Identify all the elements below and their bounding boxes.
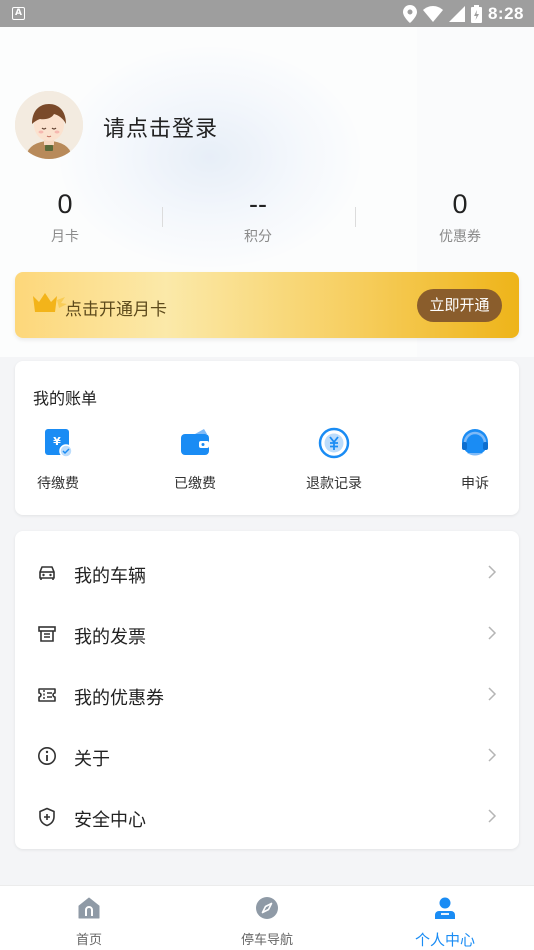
nav-label: 个人中心: [414, 931, 475, 949]
bill-item-pending[interactable]: ¥ 待缴费: [8, 427, 108, 493]
nav-label: 停车导航: [240, 933, 293, 948]
chevron-right-icon: [488, 687, 497, 701]
bill-item-refund[interactable]: 退款记录: [284, 427, 384, 493]
menu-item-security[interactable]: 安全中心: [15, 781, 519, 842]
menu-item-invoices[interactable]: 我的发票: [15, 598, 519, 659]
clock: 8:28: [487, 3, 524, 23]
menu-item-vehicles[interactable]: 我的车辆: [15, 537, 519, 598]
login-prompt[interactable]: 请点击登录: [103, 111, 218, 143]
bill-item-label: 申诉: [461, 476, 489, 492]
car-icon: [39, 566, 55, 580]
menu-label: 我的发票: [74, 627, 146, 648]
monthly-card-banner[interactable]: 点击开通月卡 立即开通: [15, 272, 519, 338]
user-icon: [435, 897, 455, 919]
battery-icon: [470, 4, 482, 23]
open-monthly-card-button[interactable]: 立即开通: [417, 289, 502, 322]
bill-item-appeal[interactable]: 申诉: [425, 427, 525, 493]
menu-label: 关于: [74, 749, 110, 770]
chevron-right-icon: [488, 809, 497, 823]
svg-text:¥: ¥: [53, 435, 61, 448]
stats-row: 0 月卡 -- 积分 0 优惠券: [0, 189, 534, 259]
pending-payment-icon: ¥: [42, 427, 74, 459]
info-icon: [38, 747, 56, 765]
bill-item-paid[interactable]: 已缴费: [145, 427, 245, 493]
bills-card: 我的账单 ¥ 待缴费 已缴费 退款记录 申诉: [15, 361, 519, 515]
invoice-icon: [38, 626, 56, 642]
menu-card: 我的车辆 我的发票 我的优惠券 关于 安全中心: [15, 531, 519, 849]
coupon-icon: [38, 688, 56, 702]
app-notification-icon: A: [12, 7, 25, 20]
signal-icon: [448, 5, 465, 22]
customer-service-icon: [459, 427, 491, 459]
menu-item-coupons[interactable]: 我的优惠券: [15, 659, 519, 720]
nav-label: 首页: [75, 933, 102, 948]
stat-divider: [355, 207, 356, 227]
wallet-icon: [179, 427, 211, 459]
stat-coupons[interactable]: 0 优惠券: [405, 189, 515, 246]
stat-points[interactable]: -- 积分: [203, 189, 313, 246]
nav-item-profile[interactable]: 个人中心: [385, 896, 505, 950]
stat-monthly-card[interactable]: 0 月卡: [10, 189, 120, 246]
location-icon: [402, 4, 417, 23]
bill-item-label: 待缴费: [37, 476, 79, 492]
nav-item-parking-nav[interactable]: 停车导航: [207, 896, 327, 948]
status-icons: 8:28: [402, 0, 524, 27]
menu-item-about[interactable]: 关于: [15, 720, 519, 781]
menu-label: 安全中心: [74, 810, 146, 831]
stat-label: 优惠券: [439, 229, 481, 245]
bill-item-label: 退款记录: [306, 476, 362, 492]
menu-label: 我的优惠券: [74, 688, 164, 709]
bottom-nav: 首页 停车导航 个人中心: [0, 885, 534, 950]
menu-label: 我的车辆: [74, 566, 146, 587]
stat-divider: [162, 207, 163, 227]
stat-label: 月卡: [51, 229, 79, 245]
bill-item-label: 已缴费: [174, 476, 216, 492]
nav-item-home[interactable]: 首页: [29, 896, 149, 948]
compass-icon: [256, 897, 278, 919]
banner-text: 点击开通月卡: [65, 300, 167, 320]
stat-value: 0: [452, 189, 468, 219]
chevron-right-icon: [488, 748, 497, 762]
shield-icon: [39, 807, 55, 827]
stat-label: 积分: [244, 229, 272, 245]
yuan-circle-icon: [318, 427, 350, 459]
stat-value: 0: [57, 189, 73, 219]
stat-value: --: [249, 189, 267, 219]
avatar[interactable]: [15, 91, 83, 159]
status-bar: A 8:28: [0, 0, 534, 27]
chevron-right-icon: [488, 626, 497, 640]
bills-title: 我的账单: [33, 389, 98, 408]
chevron-right-icon: [488, 565, 497, 579]
wifi-icon: [422, 5, 443, 22]
home-icon: [78, 897, 100, 919]
